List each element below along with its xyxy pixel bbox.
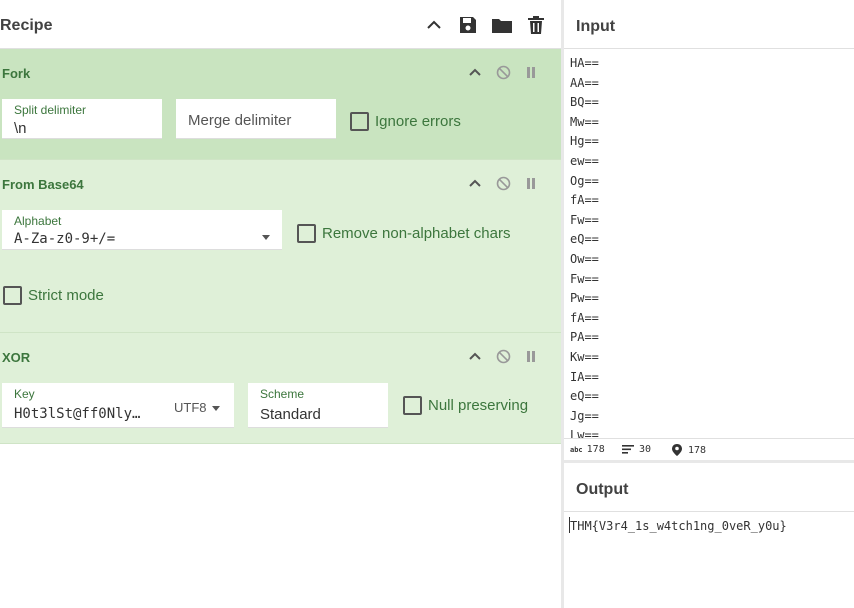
split-delimiter-value: \n [14,120,27,137]
scheme-value: Standard [260,406,321,423]
disable-icon[interactable] [494,63,512,81]
input-textarea[interactable]: HA== AA== BQ== Mw== Hg== ew== Og== fA== Fw== eQ==… [564,49,854,438]
input-line: AA== [570,75,599,90]
location-pin-icon [672,444,682,456]
chevron-up-icon[interactable] [421,12,447,38]
line-count-value: 30 [639,444,652,455]
collapse-icon[interactable] [466,174,484,192]
input-line: HA== [570,56,599,70]
strict-mode-checkbox[interactable]: Strict mode [3,286,104,305]
recipe-title: Recipe [0,17,53,34]
checkbox-box[interactable] [350,112,369,131]
operation-xor: XOR Key H0t3lSt@ff0Nly… UTF8 Scheme Stan… [0,333,561,444]
operation-title: XOR [2,350,31,365]
key-label: Key [14,387,35,401]
folder-icon[interactable] [489,12,515,38]
input-header: Input [564,0,854,49]
recipe-header: Recipe [0,0,561,49]
key-field[interactable]: Key H0t3lSt@ff0Nly… UTF8 [2,383,234,428]
alphabet-select[interactable]: Alphabet A-Za-z0-9+/= [2,210,282,250]
char-count: abc 178 [570,444,605,455]
merge-delimiter-field[interactable]: Merge delimiter [176,99,336,139]
input-title: Input [576,18,616,35]
input-line: Og== [570,173,599,188]
remove-nonalpha-checkbox[interactable]: Remove non-alphabet chars [297,224,510,243]
input-line: Jg== [570,408,599,423]
recipe-panel: Recipe Fork Split delimiter \n Merge del… [0,0,561,608]
input-line: Fw== [570,271,599,286]
cursor-position-value: 178 [688,444,707,456]
input-line: PA== [570,330,599,345]
input-line: Fw== [570,212,599,227]
output-header: Output [564,463,854,512]
ignore-errors-checkbox[interactable]: Ignore errors [350,112,461,131]
null-preserving-label: Null preserving [428,397,529,414]
pause-icon[interactable] [522,347,540,365]
checkbox-box[interactable] [297,224,316,243]
key-encoding-dropdown[interactable]: UTF8 [174,400,221,415]
input-line: BQ== [570,95,599,110]
lines-icon [622,445,634,454]
input-line: eQ== [570,232,599,247]
caret-down-icon [212,406,221,412]
scheme-label: Scheme [260,387,305,401]
strict-mode-label: Strict mode [28,287,104,304]
input-line: eQ== [570,389,599,404]
pause-icon[interactable] [522,174,540,192]
scheme-select[interactable]: Scheme Standard [248,383,388,428]
output-title: Output [576,481,629,498]
input-line: Lw== [570,428,599,438]
operation-title: Fork [2,66,31,81]
key-encoding-label: UTF8 [174,400,207,415]
collapse-icon[interactable] [466,63,484,81]
alphabet-label: Alphabet [14,214,62,228]
ignore-errors-label: Ignore errors [375,113,461,130]
checkbox-box[interactable] [403,396,422,415]
input-line: Hg== [570,134,599,149]
operation-title: From Base64 [2,177,84,192]
operation-from-base64: From Base64 Alphabet A-Za-z0-9+/= Remove… [0,160,561,333]
remove-nonalpha-label: Remove non-alphabet chars [322,225,511,242]
input-line: Mw== [570,114,599,129]
cursor-position: 178 [672,444,706,456]
split-delimiter-label: Split delimiter [14,103,87,117]
abc-icon: abc [570,445,583,454]
cyberchef-app: Recipe Fork Split delimiter \n Merge del… [0,0,854,608]
key-value: H0t3lSt@ff0Nly… [14,406,141,422]
pause-icon[interactable] [522,63,540,81]
input-line: ew== [570,154,599,168]
merge-delimiter-placeholder: Merge delimiter [188,112,292,129]
disable-icon[interactable] [494,347,512,365]
io-panel: Input HA== AA== BQ== Mw== Hg== ew== Og== fA== Fw… [564,0,854,608]
caret-down-icon [262,227,270,245]
input-line: fA== [570,193,599,208]
save-icon[interactable] [455,12,481,38]
input-line: Pw== [570,291,599,306]
input-statusbar: abc 178 30 178 [564,438,854,460]
input-line: IA== [570,369,599,384]
trash-icon[interactable] [523,12,549,38]
line-count: 30 [622,444,651,455]
checkbox-box[interactable] [3,286,22,305]
null-preserving-checkbox[interactable]: Null preserving [403,396,528,415]
input-line: fA== [570,310,599,325]
input-line: Ow== [570,252,599,266]
operation-fork: Fork Split delimiter \n Merge delimiter … [0,49,561,160]
split-delimiter-field[interactable]: Split delimiter \n [2,99,162,139]
collapse-icon[interactable] [466,347,484,365]
char-count-value: 178 [586,444,605,455]
alphabet-value: A-Za-z0-9+/= [14,231,116,247]
output-textarea[interactable]: THM{V3r4_1s_w4tch1ng_0veR_y0u} [570,519,787,533]
input-line: Kw== [570,350,599,364]
disable-icon[interactable] [494,174,512,192]
